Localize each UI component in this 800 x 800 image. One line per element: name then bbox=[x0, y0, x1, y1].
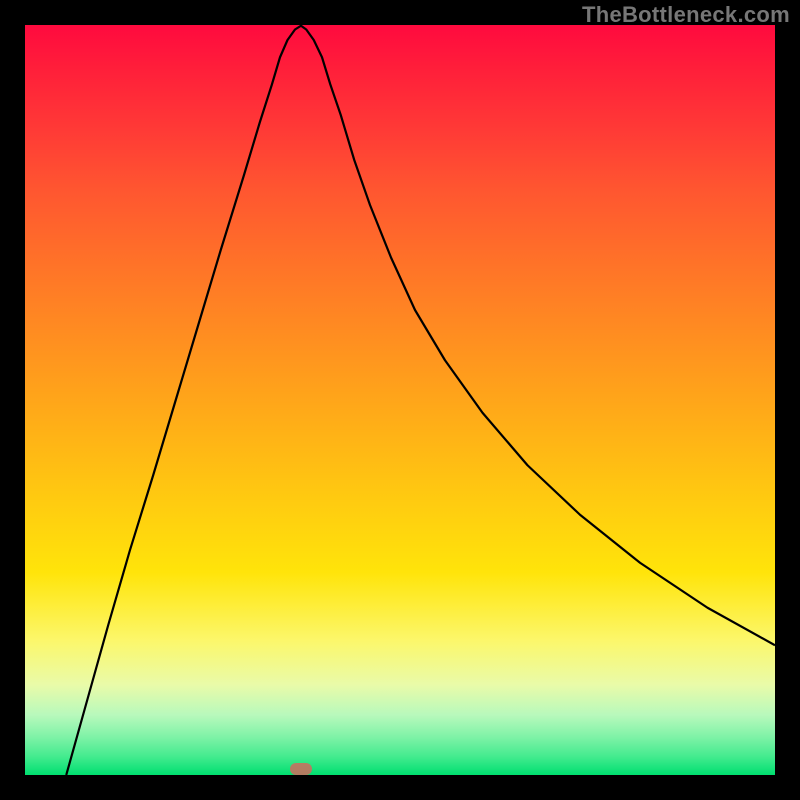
plot-area bbox=[25, 25, 775, 775]
bottleneck-marker bbox=[290, 763, 312, 775]
bottleneck-curve bbox=[25, 25, 775, 775]
chart-frame: TheBottleneck.com bbox=[0, 0, 800, 800]
watermark-text: TheBottleneck.com bbox=[582, 2, 790, 28]
